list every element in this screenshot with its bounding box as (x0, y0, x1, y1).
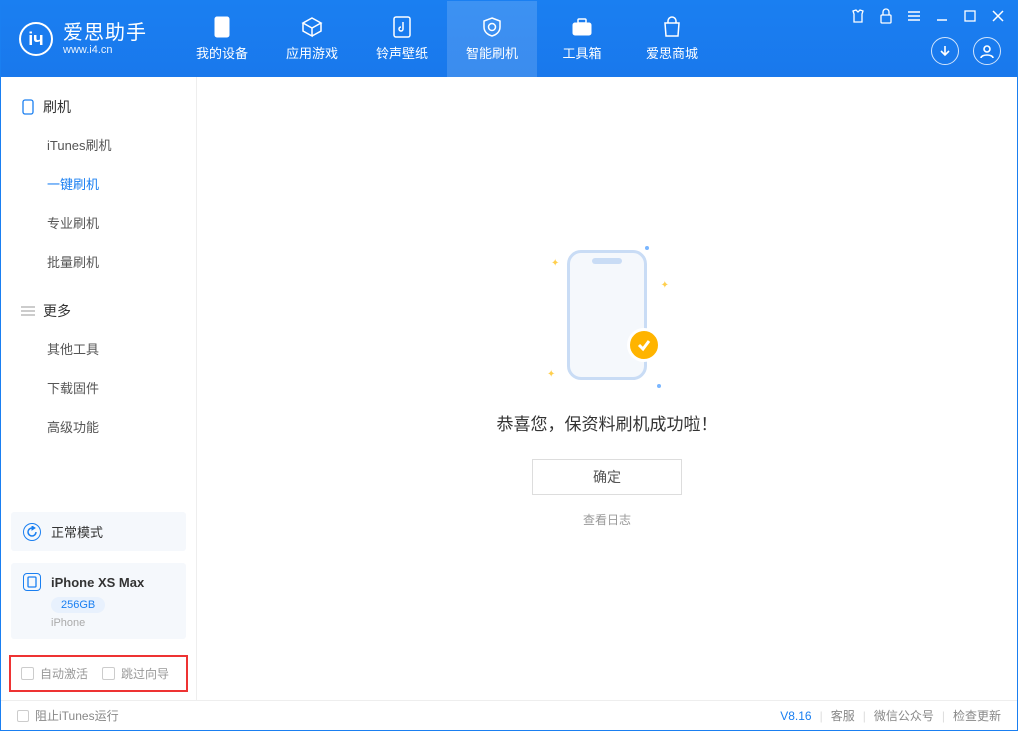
user-button[interactable] (973, 37, 1001, 65)
phone-icon (211, 16, 233, 38)
success-illustration: ✦✦✦ (547, 250, 667, 390)
app-name: 爱思助手 (63, 22, 147, 44)
check-update-link[interactable]: 检查更新 (953, 707, 1001, 724)
sidebar-item-itunes-flash[interactable]: iTunes刷机 (1, 125, 196, 164)
check-icon (627, 328, 661, 362)
sidebar-item-oneclick-flash[interactable]: 一键刷机 (1, 164, 196, 203)
main-content: ✦✦✦ 恭喜您，保资料刷机成功啦！ 确定 查看日志 (197, 77, 1017, 700)
close-button[interactable] (989, 7, 1007, 25)
sidebar-section-flash: 刷机 (1, 89, 196, 125)
wechat-link[interactable]: 微信公众号 (874, 707, 934, 724)
nav-toolbox[interactable]: 工具箱 (537, 1, 627, 77)
sidebar-item-pro-flash[interactable]: 专业刷机 (1, 203, 196, 242)
phone-icon (23, 573, 41, 591)
logo-icon: iч (19, 22, 53, 56)
nav-store[interactable]: 爱思商城 (627, 1, 717, 77)
nav-label: 爱思商城 (646, 43, 698, 62)
view-log-link[interactable]: 查看日志 (583, 511, 631, 528)
app-logo[interactable]: iч 爱思助手 www.i4.cn (19, 22, 147, 56)
nav-ringtones[interactable]: 铃声壁纸 (357, 1, 447, 77)
titlebar-actions (931, 37, 1001, 65)
version-label[interactable]: V8.16 (780, 709, 811, 723)
lock-icon[interactable] (877, 7, 895, 25)
window-controls (849, 7, 1007, 25)
main-nav: 我的设备 应用游戏 铃声壁纸 智能刷机 工具箱 爱思商城 (177, 1, 717, 77)
success-message: 恭喜您，保资料刷机成功啦！ (497, 410, 718, 435)
app-window: iч 爱思助手 www.i4.cn 我的设备 应用游戏 铃声壁纸 智能刷机 (0, 0, 1018, 731)
sidebar-bottom-options: 自动激活 跳过向导 (9, 655, 188, 692)
nav-label: 工具箱 (562, 43, 601, 62)
mode-label: 正常模式 (51, 522, 103, 541)
nav-smart-flash[interactable]: 智能刷机 (447, 1, 537, 77)
menu-icon[interactable] (905, 7, 923, 25)
nav-label: 铃声壁纸 (376, 43, 428, 62)
titlebar: iч 爱思助手 www.i4.cn 我的设备 应用游戏 铃声壁纸 智能刷机 (1, 1, 1017, 77)
sidebar-item-batch-flash[interactable]: 批量刷机 (1, 242, 196, 281)
nav-label: 应用游戏 (286, 43, 338, 62)
sidebar-header-label: 刷机 (43, 97, 71, 117)
checkbox-label: 自动激活 (40, 665, 88, 682)
sidebar: 刷机 iTunes刷机 一键刷机 专业刷机 批量刷机 更多 其他工具 下载固件 … (1, 77, 197, 700)
tshirt-icon[interactable] (849, 7, 867, 25)
mode-card[interactable]: 正常模式 (11, 512, 186, 551)
nav-label: 智能刷机 (466, 43, 518, 62)
checkbox-label: 跳过向导 (121, 665, 169, 682)
list-icon (21, 304, 35, 318)
shield-refresh-icon (481, 16, 503, 38)
sidebar-section-more: 更多 (1, 293, 196, 329)
minimize-button[interactable] (933, 7, 951, 25)
nav-my-device[interactable]: 我的设备 (177, 1, 267, 77)
device-card[interactable]: iPhone XS Max 256GB iPhone (11, 563, 186, 639)
device-name: iPhone XS Max (51, 575, 144, 590)
sidebar-item-advanced[interactable]: 高级功能 (1, 407, 196, 446)
device-icon (21, 100, 35, 114)
ok-button[interactable]: 确定 (532, 459, 682, 495)
checkbox-block-itunes[interactable]: 阻止iTunes运行 (17, 707, 119, 724)
toolbox-icon (571, 16, 593, 38)
sidebar-item-download-firmware[interactable]: 下载固件 (1, 368, 196, 407)
sidebar-header-label: 更多 (43, 301, 71, 321)
music-file-icon (391, 16, 413, 38)
nav-label: 我的设备 (196, 43, 248, 62)
download-button[interactable] (931, 37, 959, 65)
bag-icon (661, 16, 683, 38)
cube-icon (301, 16, 323, 38)
checkbox-auto-activate[interactable]: 自动激活 (21, 665, 88, 682)
support-link[interactable]: 客服 (831, 707, 855, 724)
status-bar: 阻止iTunes运行 V8.16 | 客服 | 微信公众号 | 检查更新 (1, 700, 1017, 730)
nav-apps[interactable]: 应用游戏 (267, 1, 357, 77)
checkbox-label: 阻止iTunes运行 (35, 707, 119, 724)
refresh-icon (23, 523, 41, 541)
app-url: www.i4.cn (63, 44, 147, 56)
maximize-button[interactable] (961, 7, 979, 25)
sidebar-item-other-tools[interactable]: 其他工具 (1, 329, 196, 368)
device-type: iPhone (51, 617, 174, 629)
checkbox-skip-guide[interactable]: 跳过向导 (102, 665, 169, 682)
storage-badge: 256GB (51, 597, 105, 613)
